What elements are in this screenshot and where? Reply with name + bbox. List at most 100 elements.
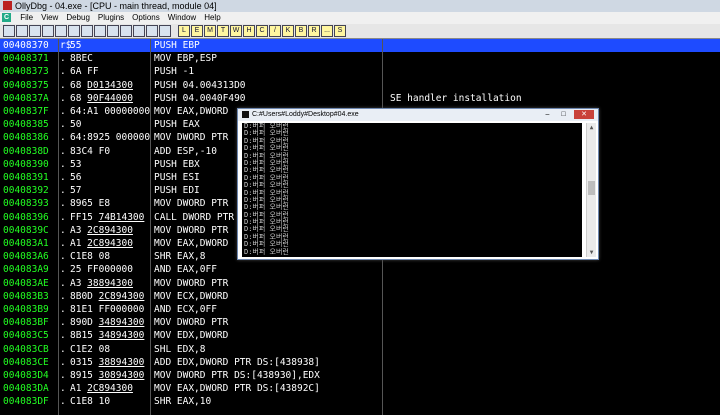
hex-bytes: A1 xyxy=(70,238,88,249)
hex-bytes: A3 xyxy=(70,224,88,236)
hex-dump: C1E8 08 xyxy=(70,250,150,263)
toolbar-window-button[interactable]: H xyxy=(243,25,255,37)
toolbar-window-button[interactable]: / xyxy=(269,25,281,37)
hex-bytes: A1 xyxy=(70,383,88,395)
back-icon[interactable] xyxy=(159,25,171,37)
disassembly: MOV EDX,DWORD xyxy=(154,330,229,342)
row-marker: . xyxy=(60,330,66,342)
toolbar-window-button[interactable]: ... xyxy=(321,25,333,37)
menu-file[interactable]: File xyxy=(16,12,37,24)
hex-fixup: 38894300 xyxy=(98,356,145,368)
minimize-button[interactable]: – xyxy=(541,110,554,119)
toolbar-window-button[interactable]: B xyxy=(295,25,307,37)
row-marker: . xyxy=(60,211,66,223)
pause-icon[interactable] xyxy=(55,25,67,37)
disassembly: SHL EDX,8 xyxy=(154,343,206,355)
hex-fixup: 2C894300 xyxy=(87,224,133,236)
hex-bytes: 57 xyxy=(70,185,82,197)
goto-icon[interactable] xyxy=(133,25,145,37)
hex-dump: 25 FF000000 xyxy=(70,263,150,276)
disassembly-row[interactable]: 004083B3. 8B0D 2C894300 MOV ECX,DWORD xyxy=(0,290,720,303)
scroll-down-icon[interactable]: ▼ xyxy=(587,248,596,257)
console-line: D:버퍼 오버런 xyxy=(244,173,289,182)
disassembly-row[interactable]: 004083D4. 8915 30894300 MOV DWORD PTR DS:[… xyxy=(0,369,720,382)
scroll-up-icon[interactable]: ▲ xyxy=(587,123,596,132)
step-over-icon[interactable] xyxy=(81,25,93,37)
hex-fixup: 2C894300 xyxy=(87,238,133,249)
address: 004083A9 xyxy=(3,264,49,276)
trace-over-icon[interactable] xyxy=(107,25,119,37)
hex-bytes: 8915 xyxy=(70,370,99,381)
menu-view[interactable]: View xyxy=(37,12,62,24)
toolbar-window-button[interactable]: C xyxy=(256,25,268,37)
disassembly-row[interactable]: 004083A9. 25 FF000000 AND EAX,0FF xyxy=(0,263,720,276)
hex-dump: 53 xyxy=(70,158,150,171)
trace-into-icon[interactable] xyxy=(94,25,106,37)
hex-bytes: C1E2 08 xyxy=(70,343,111,355)
address: 004083BF xyxy=(3,317,49,329)
menu-help[interactable]: Help xyxy=(200,12,224,24)
hex-dump: 64:8925 000000 xyxy=(70,131,150,144)
disassembly: PUSH 04.0040F490 xyxy=(154,92,246,104)
toolbar-window-button[interactable]: S xyxy=(334,25,346,37)
maximize-button[interactable]: □ xyxy=(557,110,570,119)
hex-dump: A3 2C894300 xyxy=(70,224,150,237)
disassembly-row[interactable]: 00408371. 8BEC MOV EBP,ESP xyxy=(0,52,720,65)
open-icon[interactable] xyxy=(3,25,15,37)
hex-fixup: D0134300 xyxy=(87,79,133,91)
disassembly-row[interactable]: 004083DA. A1 2C894300 MOV EAX,DWORD PTR DS… xyxy=(0,382,720,395)
run-icon[interactable] xyxy=(42,25,54,37)
toolbar-window-button[interactable]: W xyxy=(230,25,242,37)
menu-debug[interactable]: Debug xyxy=(62,12,94,24)
disassembly-row[interactable]: 004083CB. C1E2 08 SHL EDX,8 xyxy=(0,343,720,356)
console-app-icon xyxy=(242,110,249,118)
hex-fixup: 38894300 xyxy=(87,277,133,289)
address: 004083A6 xyxy=(3,251,49,263)
disassembly-row[interactable]: 00408373. 6A FF PUSH -1 xyxy=(0,65,720,78)
menu-window[interactable]: Window xyxy=(164,12,200,24)
hex-bytes: 53 xyxy=(70,158,82,170)
disassembly-row[interactable]: 00408370 r$ 55 PUSH EBP xyxy=(0,39,720,53)
disassembly: ADD ESP,-10 xyxy=(154,145,217,157)
menu-plugins[interactable]: Plugins xyxy=(94,12,128,24)
disassembly: MOV DWORD PTR DS:[438930],EDX xyxy=(154,370,320,381)
toolbar-window-button[interactable]: T xyxy=(217,25,229,37)
step-line-icon[interactable] xyxy=(146,25,158,37)
disassembly-row[interactable]: 004083DF. C1E8 10 SHR EAX,10 xyxy=(0,395,720,408)
row-marker: . xyxy=(60,251,66,263)
menu-options[interactable]: Options xyxy=(128,12,164,24)
hex-bytes: 6A FF xyxy=(70,66,99,78)
disassembly-row[interactable]: 004083CE. 0315 38894300 ADD EDX,DWORD PTR … xyxy=(0,356,720,369)
toolbar-window-button[interactable]: E xyxy=(191,25,203,37)
toolbar-window-button[interactable]: K xyxy=(282,25,294,37)
close-icon[interactable] xyxy=(29,25,41,37)
address: 004083CE xyxy=(3,356,49,368)
console-scrollbar[interactable]: ▲ ▼ xyxy=(586,123,596,257)
disassembly-row[interactable]: 004083BF. 890D 34894300 MOV DWORD PTR xyxy=(0,316,720,329)
toolbar-window-button[interactable]: L xyxy=(178,25,190,37)
disassembly-row[interactable]: 004083C5. 8B15 34894300 MOV EDX,DWORD xyxy=(0,329,720,342)
hex-dump: 56 xyxy=(70,171,150,184)
ollydbg-app-icon xyxy=(3,1,12,10)
scroll-thumb[interactable] xyxy=(588,181,595,195)
disassembly-row[interactable]: 0040837A. 68 90F44000 PUSH 04.0040F490 SE h… xyxy=(0,92,720,105)
step-into-icon[interactable] xyxy=(68,25,80,37)
disassembly-row[interactable]: 00408375. 68 D0134300 PUSH 04.004313D0 xyxy=(0,79,720,92)
cpu-window-icon[interactable]: C xyxy=(2,13,11,22)
restart-icon[interactable] xyxy=(16,25,28,37)
hex-fixup: 2C894300 xyxy=(98,290,145,302)
toolbar-window-button[interactable]: R xyxy=(308,25,320,37)
disassembly-row[interactable]: 004083AE. A3 38894300 MOV DWORD PTR xyxy=(0,277,720,290)
row-marker: . xyxy=(60,343,66,355)
disassembly: MOV DWORD PTR xyxy=(154,198,229,210)
console-window[interactable]: C:#Users#Loddy#Desktop#04.exe – □ ✕ D:버퍼… xyxy=(237,108,599,260)
hex-bytes: FF15 xyxy=(70,211,99,223)
console-line: D:버퍼 오버런 xyxy=(244,218,289,227)
disassembly-row[interactable]: 004083B9. 81E1 FF000000 AND ECX,0FF xyxy=(0,303,720,316)
close-button[interactable]: ✕ xyxy=(574,110,594,119)
row-marker: . xyxy=(60,119,66,131)
toolbar-window-button[interactable]: M xyxy=(204,25,216,37)
execute-till-return-icon[interactable] xyxy=(120,25,132,37)
console-title-bar[interactable]: C:#Users#Loddy#Desktop#04.exe – □ ✕ xyxy=(238,109,598,121)
hex-fixup: 34894300 xyxy=(98,317,145,329)
